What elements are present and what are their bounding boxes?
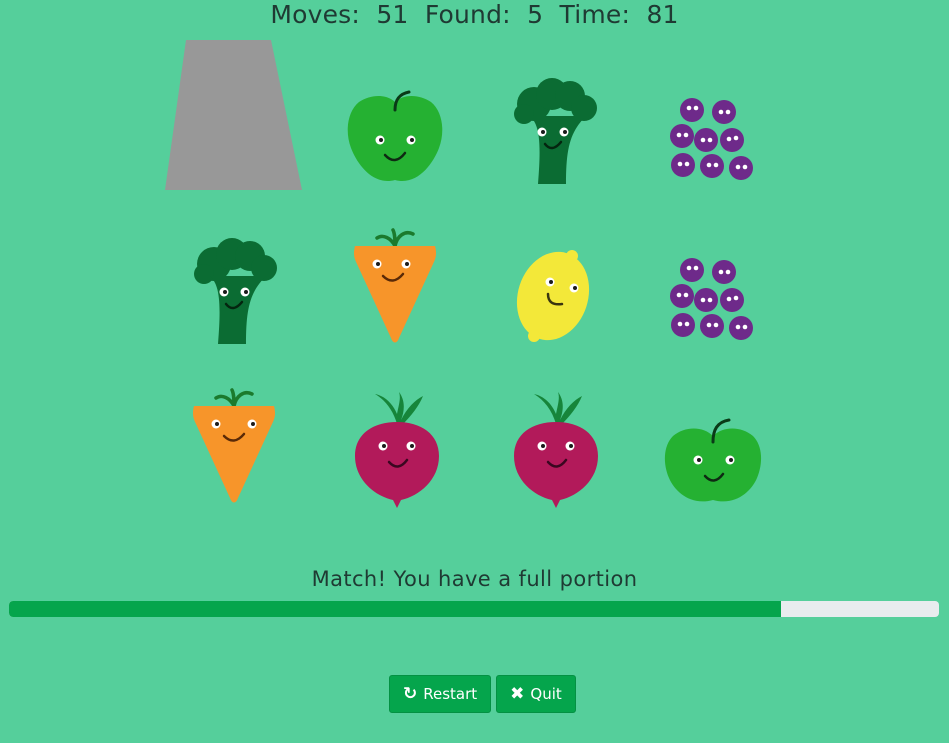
portion-progress-fill <box>9 601 781 617</box>
card-back[interactable] <box>164 40 304 190</box>
carrot-icon <box>192 388 276 503</box>
restart-label: Restart <box>423 685 478 703</box>
carrot-icon <box>353 228 437 343</box>
card-grid <box>0 0 949 520</box>
card-grapes[interactable] <box>642 40 782 190</box>
match-message: Match! You have a full portion <box>311 567 638 591</box>
apple-icon <box>664 418 762 502</box>
grapes-icon <box>670 98 753 180</box>
card-grapes[interactable] <box>642 200 782 350</box>
grapes-icon <box>670 258 753 340</box>
card-broccoli[interactable] <box>164 200 304 350</box>
broccoli-icon <box>194 238 277 344</box>
portion-progress-bar <box>9 601 939 617</box>
card-carrot[interactable] <box>164 360 304 510</box>
beetroot-icon <box>514 392 598 508</box>
card-lemon[interactable] <box>484 200 624 350</box>
card-back-shape <box>165 40 302 190</box>
refresh-icon: ↻ <box>403 684 418 704</box>
card-beetroot[interactable] <box>327 360 467 510</box>
close-icon: ✖ <box>510 684 525 704</box>
game-controls: ↻ Restart ✖ Quit <box>389 675 576 713</box>
card-broccoli[interactable] <box>486 40 626 190</box>
card-apple[interactable] <box>643 360 783 510</box>
card-beetroot[interactable] <box>486 360 626 510</box>
quit-button[interactable]: ✖ Quit <box>496 675 576 713</box>
card-carrot[interactable] <box>325 200 465 350</box>
broccoli-icon <box>514 78 597 184</box>
quit-label: Quit <box>530 685 562 703</box>
lemon-icon <box>516 250 590 342</box>
card-apple[interactable] <box>325 40 465 190</box>
restart-button[interactable]: ↻ Restart <box>389 675 492 713</box>
apple-icon <box>347 90 443 182</box>
beetroot-icon <box>355 392 439 508</box>
